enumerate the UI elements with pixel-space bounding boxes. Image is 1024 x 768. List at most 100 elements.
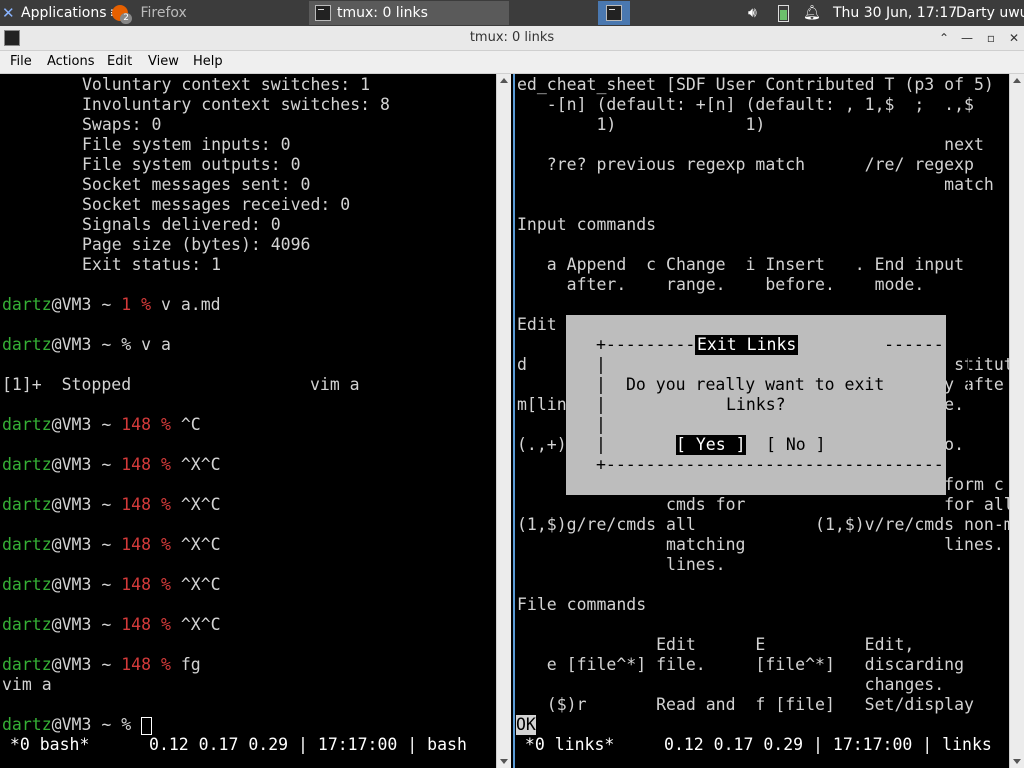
terminal-cursor [141,716,153,735]
battery-icon[interactable] [778,0,789,26]
links-page-line: (1,$)g/re/cmds all (1,$)v/re/cmds non-ma… [517,515,1024,534]
prompt-line: dartz@VM3 ~ 148 % ^X^C [2,575,221,594]
menu-view[interactable]: View [148,51,179,73]
prompt-host: @VM3 ~ [51,455,122,474]
command-text: ^C [180,415,201,434]
taskbar-firefox-label: Firefox [140,5,187,21]
links-page-line: e [file^*] file. [file^*] discarding [517,655,965,674]
command-text: v a [141,335,171,354]
stat-line: Voluntary context switches: 1 [82,75,371,94]
maximize-icon[interactable]: ▫ [983,30,999,46]
prompt-user: dartz [2,415,52,434]
taskbar-tmux-label: tmux: 0 links [337,5,428,21]
menu-edit[interactable]: Edit [107,51,132,73]
prompt-line: dartz@VM3 ~ 148 % ^C [2,415,201,434]
links-page-line: match [517,175,994,194]
stat-line: Signals delivered: 0 [82,215,281,234]
exit-code: 148 [121,615,152,634]
dialog-title: Exit Links [695,335,799,355]
scroll-down-arrow-icon[interactable] [500,759,508,764]
firefox-icon: 2 [112,5,132,24]
stat-line: Socket messages sent: 0 [82,175,311,194]
prompt-host: @VM3 ~ [51,335,122,354]
command-text: ^X^C [180,615,221,634]
exit-code: 148 [121,415,152,434]
links-page-line: ?re? previous regexp match /re/ regexp [517,155,974,174]
dialog-border-bottom: +------------------------------------+ [596,455,974,474]
command-text: fg [180,655,201,674]
exit-code: 148 [121,575,152,594]
exit-code: 148 [121,655,152,674]
stat-line: Socket messages received: 0 [82,195,351,214]
window-titlebar[interactable]: tmux: 0 links ⌃ — ▫ ✕ [0,26,1024,51]
prompt-line: dartz@VM3 ~ 148 % ^X^C [2,535,221,554]
notification-bell-icon[interactable]: 🔔︎ [803,0,821,26]
command-text: ^X^C [180,495,221,514]
right-pane-scrollbar[interactable] [1009,74,1024,768]
prompt-line: dartz@VM3 ~ 148 % ^X^C [2,615,221,634]
fg-output-line: vim a [2,675,52,694]
clock[interactable]: Thu 30 Jun, 17:17 [833,0,957,26]
command-text: ^X^C [180,535,221,554]
top-panel: ✕Applications≡ 2 Firefox tmux: 0 links 🔊… [0,0,1024,26]
left-pane-bash[interactable]: Voluntary context switches: 1 Involuntar… [0,74,496,768]
workspace-switcher[interactable] [598,1,630,25]
prompt-host: @VM3 ~ [51,715,122,734]
user-menu[interactable]: Darty uwu [956,0,1024,26]
minimize-icon[interactable]: — [959,30,975,46]
stat-line: File system outputs: 0 [82,155,301,174]
taskbar-tmux[interactable]: tmux: 0 links [309,1,509,25]
command-text: v a.md [160,295,221,314]
menu-help[interactable]: Help [193,51,223,73]
prompt-host: @VM3 ~ [51,295,122,314]
dialog-question-line2: Links? [726,395,786,415]
shade-icon[interactable]: ⌃ [936,30,952,46]
prompt-host: @VM3 ~ [51,495,122,514]
links-page-line: Input commands [517,215,657,234]
links-page-line: File commands [517,595,647,614]
prompt-user: dartz [2,295,52,314]
links-page-line: changes. [517,675,945,694]
window-title: tmux: 0 links [469,30,555,45]
dialog-question-line1: Do you really want to exit [626,375,885,395]
prompt-host: @VM3 ~ [51,615,122,634]
prompt-user: dartz [2,615,52,634]
scroll-down-arrow-icon[interactable] [1013,759,1021,764]
scroll-up-arrow-icon[interactable] [500,78,508,83]
prompt-line: dartz@VM3 ~ 148 % ^X^C [2,495,221,514]
close-icon[interactable]: ✕ [1006,30,1022,46]
menu-file[interactable]: File [10,51,32,73]
no-button[interactable]: [ No ] [766,435,826,455]
window-count-badge: 2 [120,13,132,24]
prompt-user: dartz [2,335,52,354]
links-page-line: lines. [517,555,726,574]
stat-line: File system inputs: 0 [82,135,291,154]
links-page-line: cmds for for all [517,495,1014,514]
dialog-border: | | [596,355,974,374]
applications-menu[interactable]: ✕Applications≡ [2,0,121,26]
menu-actions[interactable]: Actions [47,51,95,73]
prompt-line-current[interactable]: dartz@VM3 ~ % [2,715,153,735]
links-page-line: ($)r Read and f [file] Set/display [517,695,974,714]
stat-line: Swaps: 0 [82,115,162,134]
links-page-line: 1) 1) [517,115,766,134]
job-stopped-line: [1]+ Stopped vim a [2,375,360,394]
prompt-host: @VM3 ~ [51,535,122,554]
links-page-line: after. range. before. mode. [517,275,925,294]
links-page-line: -[n] (default: +[n] (default: , 1,$ ; .,… [517,95,974,114]
yes-button[interactable]: [ Yes ] [676,435,746,455]
dialog-border: | | [596,415,974,434]
stat-line: Page size (bytes): 4096 [82,235,311,254]
exit-code: 148 [121,535,152,554]
left-pane-scrollbar[interactable] [496,74,511,768]
links-page-line: next [517,135,984,154]
exit-code: 1 [121,295,132,314]
tmux-status-bash: *0 bash* 0.12 0.17 0.29 | 17:17:00 | bas… [0,735,467,754]
prompt-user: dartz [2,495,52,514]
menu-bar: File Actions Edit View Help [0,51,1024,74]
scroll-up-arrow-icon[interactable] [1013,78,1021,83]
volume-icon[interactable]: 🔊︎ [748,0,757,26]
exit-code: 148 [121,495,152,514]
prompt-line: dartz@VM3 ~ % v a [2,335,171,354]
taskbar-firefox[interactable]: 2 Firefox [112,1,307,25]
